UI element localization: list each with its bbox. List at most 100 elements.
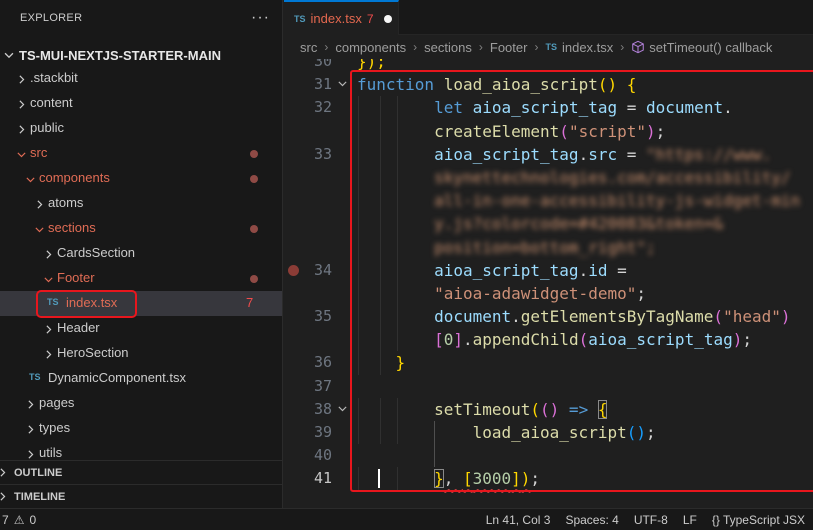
fold-chevron-icon[interactable] bbox=[336, 402, 349, 420]
breadcrumb-separator: › bbox=[534, 40, 538, 54]
code-area[interactable]: 30});31function load_aioa_script() {32 l… bbox=[284, 50, 813, 491]
code-row[interactable]: position=bottom_right"; bbox=[284, 236, 813, 259]
chevron-right-icon[interactable] bbox=[40, 246, 56, 262]
code-line-text: position=bottom_right"; bbox=[357, 237, 656, 258]
tree-item-cardssection[interactable]: CardsSection bbox=[0, 241, 282, 266]
tree-item-label: index.tsx bbox=[66, 295, 117, 310]
breadcrumb: src›components›sections›Footer›TSindex.t… bbox=[284, 35, 813, 59]
error-dot bbox=[250, 275, 258, 283]
code-row[interactable]: "aioa-adawidget-demo"; bbox=[284, 282, 813, 305]
error-dot bbox=[250, 175, 258, 183]
chevron-right-icon[interactable] bbox=[13, 71, 29, 87]
tab-index-tsx[interactable]: TS index.tsx 7 bbox=[284, 0, 399, 35]
tree-item-label: utils bbox=[39, 445, 62, 460]
breadcrumb-label: Footer bbox=[490, 40, 528, 55]
code-row[interactable]: 33 aioa_script_tag.src = "https://www. bbox=[284, 143, 813, 166]
tree-item-utils[interactable]: utils bbox=[0, 441, 282, 460]
status-item-typescript-jsx[interactable]: {} TypeScript JSX bbox=[712, 513, 805, 527]
tree-item-footer[interactable]: Footer bbox=[0, 266, 282, 291]
explorer-sidebar: EXPLORER ··· TS-MUI-NEXTJS-STARTER-MAIN … bbox=[0, 0, 283, 508]
tree-item-pages[interactable]: pages bbox=[0, 391, 282, 416]
code-row[interactable]: y.js?colorcode=#420083&token=& bbox=[284, 212, 813, 235]
problems-status[interactable]: 7 ⚠ 0 bbox=[0, 513, 36, 527]
chevron-right-icon[interactable] bbox=[40, 346, 56, 362]
fold-chevron-icon[interactable] bbox=[336, 77, 349, 95]
code-row[interactable]: 32 let aioa_script_tag = document. bbox=[284, 96, 813, 119]
code-line-text: [0].appendChild(aioa_script_tag); bbox=[357, 329, 752, 350]
status-item-utf-8[interactable]: UTF-8 bbox=[634, 513, 668, 527]
more-actions-icon[interactable]: ··· bbox=[251, 9, 270, 27]
chevron-down-icon[interactable] bbox=[40, 271, 56, 287]
ts-file-icon: TS bbox=[29, 372, 41, 382]
tree-item-label: pages bbox=[39, 395, 74, 410]
tab-modified-dot[interactable] bbox=[384, 15, 392, 23]
chevron-right-icon[interactable] bbox=[13, 121, 29, 137]
code-row[interactable]: 35 document.getElementsByTagName("head") bbox=[284, 305, 813, 328]
tree-item-sections[interactable]: sections bbox=[0, 216, 282, 241]
tree-item-herosection[interactable]: HeroSection bbox=[0, 341, 282, 366]
breadcrumb-item[interactable]: components bbox=[335, 40, 406, 55]
breadcrumb-item[interactable]: src bbox=[300, 40, 317, 55]
breadcrumb-item[interactable]: sections bbox=[424, 40, 472, 55]
code-row[interactable]: 31function load_aioa_script() { bbox=[284, 73, 813, 96]
code-row[interactable]: all-in-one-accessibility-js-widget-min bbox=[284, 189, 813, 212]
status-item-lf[interactable]: LF bbox=[683, 513, 697, 527]
tree-item-atoms[interactable]: atoms bbox=[0, 191, 282, 216]
tree-item-header[interactable]: Header bbox=[0, 316, 282, 341]
code-line-text: skynettechnologies.com/accessibility/ bbox=[357, 167, 790, 188]
chevron-right-icon[interactable] bbox=[13, 96, 29, 112]
breadcrumb-item[interactable]: Footer bbox=[490, 40, 528, 55]
error-dot bbox=[250, 150, 258, 158]
tree-item-label: .stackbit bbox=[30, 70, 78, 85]
chevron-down-icon bbox=[2, 48, 16, 62]
code-line-text: }, [3000]); bbox=[357, 468, 540, 489]
line-number: 41 bbox=[284, 469, 332, 487]
tree-item-components[interactable]: components bbox=[0, 166, 282, 191]
tree-item-label: CardsSection bbox=[57, 245, 135, 260]
problems-badge: 7 bbox=[246, 295, 253, 310]
tree-item-public[interactable]: public bbox=[0, 116, 282, 141]
status-item-spaces-4[interactable]: Spaces: 4 bbox=[565, 513, 618, 527]
chevron-down-icon[interactable] bbox=[22, 171, 38, 187]
code-row[interactable]: 34 aioa_script_tag.id = bbox=[284, 259, 813, 282]
code-row[interactable]: 40 bbox=[284, 444, 813, 467]
chevron-down-icon[interactable] bbox=[13, 146, 29, 162]
code-row[interactable]: [0].appendChild(aioa_script_tag); bbox=[284, 328, 813, 351]
chevron-right-icon[interactable] bbox=[22, 421, 38, 437]
panel-timeline[interactable]: TIMELINE bbox=[0, 484, 282, 508]
code-row[interactable]: 37 bbox=[284, 375, 813, 398]
breadcrumb-label: src bbox=[300, 40, 317, 55]
chevron-down-icon[interactable] bbox=[31, 221, 47, 237]
code-line-text: "aioa-adawidget-demo"; bbox=[357, 283, 646, 304]
chevron-right-icon[interactable] bbox=[22, 446, 38, 460]
tree-item-index-tsx[interactable]: TS index.tsx 7 bbox=[0, 291, 282, 316]
code-line-text: document.getElementsByTagName("head") bbox=[357, 306, 791, 327]
panel-outline[interactable]: OUTLINE bbox=[0, 460, 282, 484]
root-folder-item[interactable]: TS-MUI-NEXTJS-STARTER-MAIN bbox=[0, 44, 282, 66]
code-line-text: y.js?colorcode=#420083&token=& bbox=[357, 213, 723, 234]
chevron-right-icon[interactable] bbox=[22, 396, 38, 412]
tree-item-dynamiccomponent-tsx[interactable]: TSDynamicComponent.tsx bbox=[0, 366, 282, 391]
status-item-ln-41-col-3[interactable]: Ln 41, Col 3 bbox=[486, 513, 551, 527]
code-row[interactable]: 36 } bbox=[284, 351, 813, 374]
chevron-right-icon[interactable] bbox=[40, 321, 56, 337]
code-row[interactable]: createElement("script"); bbox=[284, 120, 813, 143]
line-number: 39 bbox=[284, 423, 332, 441]
tree-item-label: sections bbox=[48, 220, 96, 235]
tree-item--stackbit[interactable]: .stackbit bbox=[0, 66, 282, 91]
tree-item-content[interactable]: content bbox=[0, 91, 282, 116]
error-count: 7 bbox=[2, 513, 9, 527]
indent-guide bbox=[434, 444, 435, 467]
chevron-right-icon[interactable] bbox=[31, 196, 47, 212]
code-row[interactable]: 41 }, [3000]); bbox=[284, 467, 813, 490]
breadcrumb-item[interactable]: TSindex.tsx bbox=[545, 40, 613, 55]
code-row[interactable]: 38 setTimeout(() => { bbox=[284, 398, 813, 421]
ts-file-icon: TS bbox=[47, 297, 59, 307]
code-line-text: aioa_script_tag.id = bbox=[357, 260, 636, 281]
code-row[interactable]: skynettechnologies.com/accessibility/ bbox=[284, 166, 813, 189]
tree-item-types[interactable]: types bbox=[0, 416, 282, 441]
code-editor[interactable]: TS index.tsx 7 src›components›sections›F… bbox=[284, 0, 813, 508]
code-row[interactable]: 39 load_aioa_script(); bbox=[284, 421, 813, 444]
tree-item-src[interactable]: src bbox=[0, 141, 282, 166]
breadcrumb-item[interactable]: setTimeout() callback bbox=[631, 40, 772, 55]
